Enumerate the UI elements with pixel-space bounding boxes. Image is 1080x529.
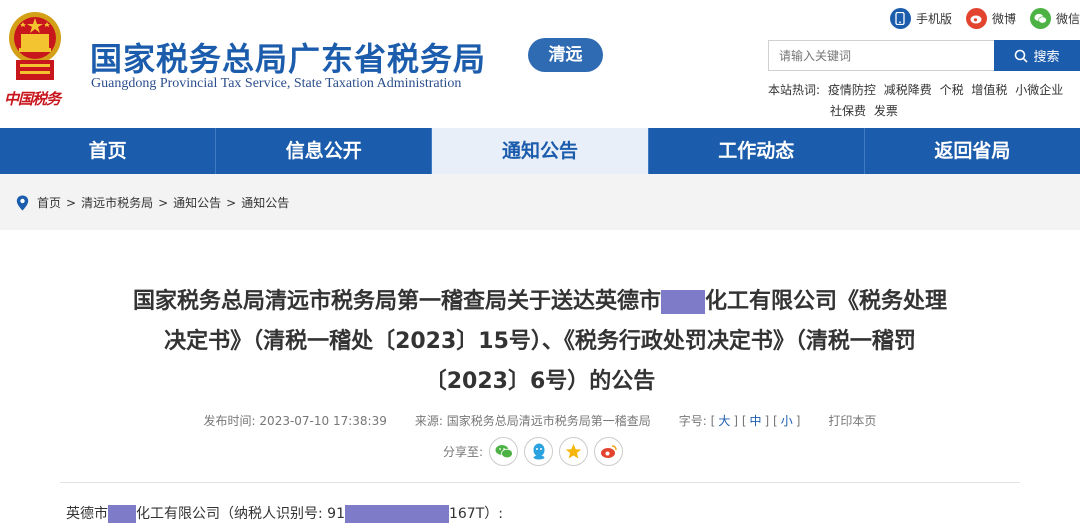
main-nav: 首页 信息公开 通知公告 工作动态 返回省局 xyxy=(0,128,1080,174)
share-bar: 分享至: xyxy=(443,437,624,466)
search-input[interactable] xyxy=(768,40,994,71)
breadcrumb-link[interactable]: 清远市税务局 xyxy=(81,194,153,211)
breadcrumb-band: 首页 > 清远市税务局 > 通知公告 > 通知公告 xyxy=(0,174,1080,230)
hotword-link[interactable]: 小微企业 xyxy=(1015,83,1063,97)
nav-item-home[interactable]: 首页 xyxy=(0,128,217,174)
logo-text: 中国税务 xyxy=(4,90,61,108)
mobile-link-label: 手机版 xyxy=(915,12,952,26)
publish-value: 2023-07-10 17:38:39 xyxy=(259,414,387,428)
site-header: 中国税务 国家税务总局广东省税务局 Guangdong Provincial T… xyxy=(0,0,1080,128)
redaction-block xyxy=(344,505,449,523)
hotword-link[interactable]: 疫情防控 xyxy=(828,83,876,97)
source-value: 国家税务总局清远市税务局第一稽查局 xyxy=(446,414,651,428)
font-size-small-button[interactable]: 小 xyxy=(781,414,793,428)
publish-label: 发布时间: xyxy=(203,414,256,428)
nav-item-back-to-province[interactable]: 返回省局 xyxy=(865,128,1080,174)
print-button[interactable]: 打印本页 xyxy=(828,412,876,429)
hotword-link[interactable]: 发票 xyxy=(874,104,898,118)
share-qq-icon[interactable] xyxy=(524,437,554,466)
hotword-link[interactable]: 减税降费 xyxy=(884,83,932,97)
font-size-large-button[interactable]: 大 xyxy=(718,414,730,428)
divider xyxy=(60,482,1020,483)
site-title[interactable]: 国家税务总局广东省税务局 xyxy=(90,34,486,80)
search-button-label: 搜索 xyxy=(1033,50,1060,65)
city-badge: 清远 xyxy=(528,38,603,72)
breadcrumb: 首页 > 清远市税务局 > 通知公告 > 通知公告 xyxy=(16,194,289,211)
font-size-label: 字号: xyxy=(678,414,707,428)
body-text: 化工有限公司（纳税人识别号: 91 xyxy=(136,506,345,522)
font-size-medium-button[interactable]: 中 xyxy=(750,414,762,428)
share-qzone-icon[interactable] xyxy=(559,437,589,466)
wechat-link[interactable]: 微信 xyxy=(1029,8,1080,29)
search-button[interactable]: 搜索 xyxy=(994,40,1080,71)
hotwords-label: 本站热词: xyxy=(768,83,821,97)
share-wechat-icon[interactable] xyxy=(489,437,519,466)
publish-time: 发布时间: 2023-07-10 17:38:39 xyxy=(204,412,387,429)
body-text: 英德市 xyxy=(66,506,108,522)
breadcrumb-link[interactable]: 通知公告 xyxy=(241,194,289,211)
font-size-control: 字号: [大] [中] [小] xyxy=(678,414,801,428)
wechat-link-label: 微信 xyxy=(1055,12,1080,26)
redaction-block xyxy=(108,505,136,523)
search-icon xyxy=(1015,49,1029,63)
hotword-link[interactable]: 社保费 xyxy=(830,104,866,118)
article-title-line: 决定书》（清税一稽处〔2023〕15号）、《税务行政处罚决定书》（清税一稽罚 xyxy=(164,329,916,354)
hotword-link[interactable]: 个税 xyxy=(940,83,964,97)
breadcrumb-separator: > xyxy=(158,195,169,210)
national-emblem-icon xyxy=(9,12,61,80)
breadcrumb-separator: > xyxy=(226,195,237,210)
article-title-text: 国家税务总局清远市税务局第一稽查局关于送达英德市 xyxy=(132,289,661,314)
share-label: 分享至: xyxy=(443,445,484,459)
nav-item-info-disclosure[interactable]: 信息公开 xyxy=(216,128,433,174)
nav-item-work-news[interactable]: 工作动态 xyxy=(649,128,865,174)
wechat-icon xyxy=(1029,8,1051,29)
breadcrumb-link[interactable]: 首页 xyxy=(37,194,61,211)
share-weibo-icon[interactable] xyxy=(594,437,624,466)
breadcrumb-separator: > xyxy=(66,195,77,210)
source: 来源: 国家税务总局清远市税务局第一稽查局 xyxy=(415,412,651,429)
site-subtitle: Guangdong Provincial Tax Service, State … xyxy=(91,76,462,91)
article-body-first-line: 英德市 化工有限公司（纳税人识别号: 91 167T）: xyxy=(66,503,503,523)
article-title-line: 国家税务总局清远市税务局第一稽查局关于送达英德市 化工有限公司《税务处理 xyxy=(60,282,1020,322)
mobile-icon xyxy=(889,8,911,29)
article-title-text: 化工有限公司《税务处理 xyxy=(705,289,948,314)
weibo-icon xyxy=(965,8,987,29)
breadcrumb-link[interactable]: 通知公告 xyxy=(173,194,221,211)
search-box: 搜索 xyxy=(768,40,1080,71)
body-text: 167T）: xyxy=(448,506,503,522)
mobile-link[interactable]: 手机版 xyxy=(889,8,952,29)
weibo-link[interactable]: 微博 xyxy=(965,8,1016,29)
hotword-link[interactable]: 增值税 xyxy=(971,83,1007,97)
top-links: 手机版 微博 微信 xyxy=(876,8,1080,29)
hotwords: 本站热词: 疫情防控 减税降费 个税 增值税 小微企业 社保费 发票 xyxy=(768,80,1080,122)
article-title-line: 〔2023〕6号）的公告 xyxy=(424,369,656,394)
nav-item-notices[interactable]: 通知公告 xyxy=(432,128,649,174)
article-meta: 发布时间: 2023-07-10 17:38:39 来源: 国家税务总局清远市税… xyxy=(0,412,1080,429)
redaction-block xyxy=(661,290,705,314)
source-label: 来源: xyxy=(414,414,443,428)
location-pin-icon xyxy=(16,195,29,210)
article-title: 国家税务总局清远市税务局第一稽查局关于送达英德市 化工有限公司《税务处理 决定书》… xyxy=(60,282,1020,402)
weibo-link-label: 微博 xyxy=(991,12,1016,26)
